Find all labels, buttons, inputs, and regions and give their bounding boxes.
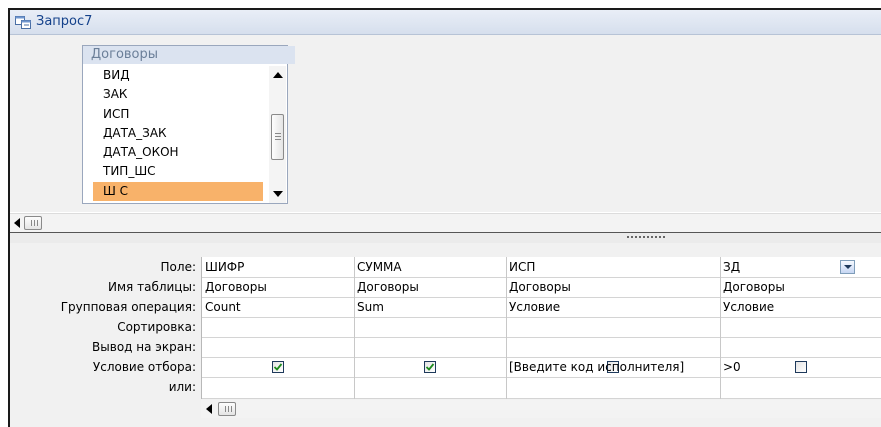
scroll-thumb[interactable]: [271, 114, 284, 160]
scroll-left-icon[interactable]: [14, 218, 20, 228]
field-item[interactable]: ЗАК: [93, 85, 263, 104]
grid-cell-field[interactable]: ШИФР: [205, 257, 244, 277]
check-icon: [273, 363, 283, 371]
design-grid: ШИФР Договоры Count СУММА Договоры Sum И…: [201, 257, 881, 399]
scroll-down-icon[interactable]: [273, 191, 283, 197]
check-icon: [425, 363, 435, 371]
table-pane-hscrollbar[interactable]: [10, 213, 881, 232]
row-label-or: или:: [168, 380, 196, 394]
field-item[interactable]: ДАТА_ЗАК: [93, 124, 263, 143]
grid-cell-table[interactable]: Договоры: [205, 277, 267, 297]
hscroll-thumb[interactable]: [24, 216, 42, 230]
splitter-grip[interactable]: [627, 236, 667, 238]
grid-cell-group[interactable]: Count: [205, 297, 241, 317]
grid-cell-criteria[interactable]: >0: [723, 357, 741, 377]
row-label-sort: Сортировка:: [117, 320, 196, 334]
row-label-criteria: Условие отбора:: [92, 360, 196, 374]
field-item[interactable]: ИСП: [93, 105, 263, 124]
field-dropdown-arrow-icon[interactable]: [840, 260, 855, 274]
row-label-field: Поле:: [160, 260, 196, 274]
grid-cell-group[interactable]: Sum: [357, 297, 384, 317]
show-checkbox-checked[interactable]: [272, 361, 284, 373]
grid-cell-group[interactable]: Условие: [723, 297, 774, 317]
scroll-left-icon[interactable]: [206, 404, 212, 414]
table-name[interactable]: Договоры: [83, 46, 295, 64]
row-label-show: Вывод на экран:: [92, 340, 196, 354]
field-list-scrollbar[interactable]: [269, 66, 286, 203]
grid-cell-table[interactable]: Договоры: [357, 277, 419, 297]
window-title: Запрос7: [36, 14, 93, 29]
row-label-table: Имя таблицы:: [108, 280, 196, 294]
field-item[interactable]: ТИП_ШС: [93, 162, 263, 181]
field-list: ВИД ЗАК ИСП ДАТА_ЗАК ДАТА_ОКОН ТИП_ШС Ш …: [93, 66, 263, 204]
grid-cell-field[interactable]: ИСП: [509, 257, 535, 277]
title-bar[interactable]: Запрос7: [10, 10, 881, 35]
scroll-up-icon[interactable]: [273, 72, 283, 78]
field-item[interactable]: ДАТА_ОКОН: [93, 143, 263, 162]
grid-cell-sort[interactable]: [205, 317, 353, 337]
table-field-list[interactable]: Договоры ВИД ЗАК ИСП ДАТА_ЗАК ДАТА_ОКОН …: [82, 45, 295, 204]
field-item-selected[interactable]: Ш С: [93, 181, 263, 202]
grid-cell-criteria[interactable]: [Введите код исполнителя]: [509, 357, 684, 377]
hscroll-thumb[interactable]: [218, 402, 236, 416]
row-label-group: Групповая операция:: [60, 300, 196, 314]
design-grid-pane: Поле: Имя таблицы: Групповая операция: С…: [10, 243, 881, 427]
show-checkbox-unchecked[interactable]: [795, 361, 807, 373]
table-pane: Договоры ВИД ЗАК ИСП ДАТА_ЗАК ДАТА_ОКОН …: [10, 35, 881, 212]
grid-cell-field[interactable]: ЗД: [723, 257, 740, 277]
grid-cell-field[interactable]: СУММА: [357, 257, 402, 277]
field-item[interactable]: ВИД: [93, 66, 263, 85]
grid-hscrollbar[interactable]: [201, 400, 881, 418]
show-checkbox-checked[interactable]: [424, 361, 436, 373]
grid-cell-table[interactable]: Договоры: [723, 277, 785, 297]
query-icon: [15, 16, 31, 29]
query-window: Запрос7 Договоры ВИД ЗАК ИСП ДАТА_ЗАК ДА…: [8, 8, 881, 427]
grid-cell-table[interactable]: Договоры: [509, 277, 571, 297]
grid-cell-group[interactable]: Условие: [509, 297, 560, 317]
